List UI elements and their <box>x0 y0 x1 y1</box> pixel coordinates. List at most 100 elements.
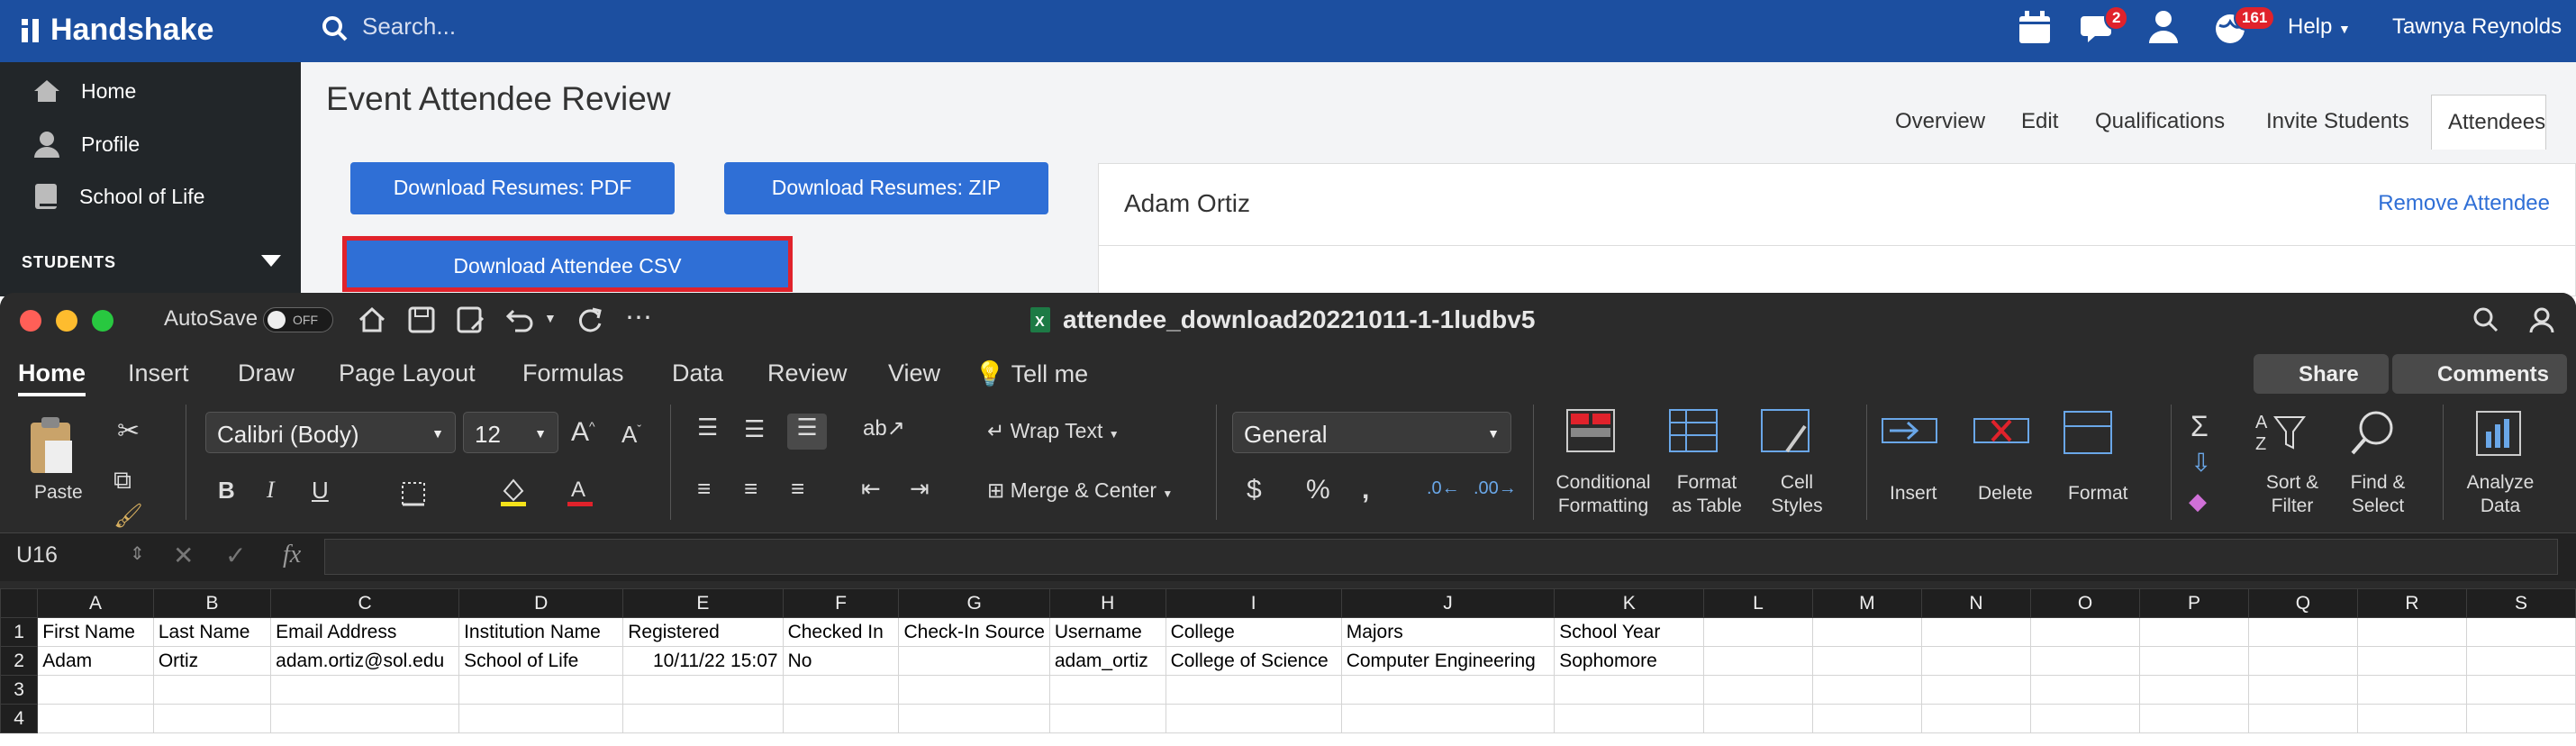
decrease-indent-icon[interactable]: ⇤ <box>861 475 881 503</box>
cell[interactable] <box>1165 704 1342 733</box>
column-header[interactable]: E <box>622 588 784 618</box>
cell[interactable]: Majors <box>1340 617 1556 647</box>
font-name-select[interactable]: Calibri (Body) ▼ <box>205 412 456 453</box>
align-right-icon[interactable]: ≡ <box>791 475 804 503</box>
cell[interactable] <box>1703 646 1813 676</box>
cell[interactable] <box>898 704 1050 733</box>
search-icon[interactable] <box>2472 305 2500 334</box>
row-header[interactable]: 4 <box>0 704 39 733</box>
cell[interactable]: adam.ortiz@sol.edu <box>270 646 460 676</box>
fill-icon[interactable]: ⇩ <box>2191 448 2211 478</box>
merge-center-button[interactable]: ⊞ Merge & Center ▼ <box>987 478 1173 503</box>
cell[interactable]: Last Name <box>152 617 272 647</box>
cell[interactable]: Adam <box>37 646 154 676</box>
column-header[interactable]: D <box>458 588 624 618</box>
sidebar-item-home[interactable]: Home <box>32 78 136 104</box>
insert-label[interactable]: Insert <box>1890 482 1937 505</box>
cell[interactable] <box>1921 646 2031 676</box>
tab-invite-students[interactable]: Invite Students <box>2266 102 2409 141</box>
tab-draw[interactable]: Draw <box>238 359 295 387</box>
column-header[interactable]: N <box>1921 588 2031 618</box>
name-box-stepper-icon[interactable]: ⇕ <box>130 542 145 565</box>
column-header[interactable]: A <box>37 588 154 618</box>
cell[interactable]: School Year <box>1554 617 1705 647</box>
cell[interactable] <box>1703 617 1813 647</box>
comma-style-icon[interactable]: , <box>1362 475 1369 505</box>
cell[interactable] <box>2247 646 2359 676</box>
cell[interactable] <box>2247 617 2359 647</box>
align-bottom-icon[interactable]: ☰ <box>787 414 827 450</box>
column-header[interactable]: S <box>2465 588 2576 618</box>
cell[interactable] <box>2139 704 2249 733</box>
chat-button[interactable]: 2 <box>2081 5 2129 50</box>
borders-icon[interactable] <box>400 480 427 507</box>
tab-page-layout[interactable]: Page Layout <box>339 359 476 387</box>
cell[interactable] <box>898 646 1050 676</box>
cell[interactable] <box>2029 617 2141 647</box>
conditional-formatting-label[interactable]: Conditional Formatting <box>1553 471 1654 518</box>
home-icon[interactable] <box>357 305 387 334</box>
cell[interactable] <box>1811 675 1923 705</box>
cell[interactable] <box>2029 704 2141 733</box>
conditional-formatting-icon[interactable] <box>1565 408 1616 453</box>
column-header[interactable]: M <box>1811 588 1923 618</box>
cell[interactable] <box>2029 646 2141 676</box>
clear-icon[interactable]: ◆ <box>2189 487 2207 515</box>
italic-icon[interactable]: I <box>267 477 275 504</box>
cell[interactable]: Email Address <box>270 617 460 647</box>
column-header[interactable]: O <box>2029 588 2141 618</box>
caret-down-icon[interactable] <box>261 255 281 268</box>
cell[interactable] <box>37 704 154 733</box>
format-as-table-label[interactable]: Format as Table <box>1661 471 1753 518</box>
globe-button[interactable]: 161 <box>2212 5 2276 50</box>
analyze-data-icon[interactable] <box>2473 408 2527 462</box>
tab-qualifications[interactable]: Qualifications <box>2095 102 2225 141</box>
cell[interactable] <box>2357 704 2467 733</box>
row-header[interactable]: 2 <box>0 646 39 676</box>
download-attendee-csv-button[interactable]: Download Attendee CSV <box>342 236 793 292</box>
cut-icon[interactable]: ✂ <box>117 415 140 447</box>
find-select-label[interactable]: Find & Select <box>2345 471 2410 518</box>
cell[interactable] <box>782 704 900 733</box>
decrease-font-size-icon[interactable]: Aˇ <box>621 421 641 449</box>
cell[interactable] <box>2465 704 2576 733</box>
cell[interactable]: Computer Engineering <box>1340 646 1556 676</box>
insert-function-icon[interactable]: fx <box>283 541 301 569</box>
cell[interactable] <box>458 704 624 733</box>
tab-edit[interactable]: Edit <box>2021 102 2058 141</box>
column-header[interactable]: B <box>152 588 272 618</box>
cell[interactable] <box>898 675 1050 705</box>
cell[interactable]: Checked In <box>782 617 900 647</box>
account-icon[interactable] <box>2529 305 2560 334</box>
orientation-icon[interactable]: ab↗ <box>863 415 905 441</box>
format-painter-icon[interactable]: 🖌 <box>113 502 143 530</box>
cell[interactable]: College <box>1165 617 1342 647</box>
find-select-icon[interactable] <box>2349 408 2399 459</box>
delete-label[interactable]: Delete <box>1978 482 2033 505</box>
cell[interactable] <box>1921 675 2031 705</box>
row-header[interactable]: 1 <box>0 617 39 647</box>
increase-font-size-icon[interactable]: A^ <box>571 417 595 448</box>
tab-formulas[interactable]: Formulas <box>522 359 624 387</box>
cell[interactable] <box>37 675 154 705</box>
cell[interactable]: First Name <box>37 617 154 647</box>
cell[interactable] <box>1921 617 2031 647</box>
autosave-toggle[interactable]: OFF <box>263 307 333 332</box>
cell-styles-label[interactable]: Cell Styles <box>1756 471 1837 518</box>
autosum-icon[interactable]: Σ <box>2191 410 2209 443</box>
cell[interactable] <box>622 675 784 705</box>
font-color-icon[interactable]: A <box>566 477 594 507</box>
row-header[interactable]: 3 <box>0 675 39 705</box>
cell[interactable] <box>1048 704 1166 733</box>
tab-insert[interactable]: Insert <box>128 359 189 387</box>
column-header[interactable]: F <box>782 588 900 618</box>
cell[interactable] <box>2357 646 2467 676</box>
tab-data[interactable]: Data <box>672 359 723 387</box>
column-header[interactable]: L <box>1703 588 1813 618</box>
cell[interactable] <box>1048 675 1166 705</box>
name-box[interactable]: U16 <box>16 542 58 569</box>
insert-cells-icon[interactable] <box>1881 410 1938 451</box>
align-middle-icon[interactable]: ☰ <box>744 415 765 443</box>
sort-filter-icon[interactable]: AZ <box>2254 408 2308 459</box>
sidebar-item-school[interactable]: School of Life <box>32 182 204 211</box>
